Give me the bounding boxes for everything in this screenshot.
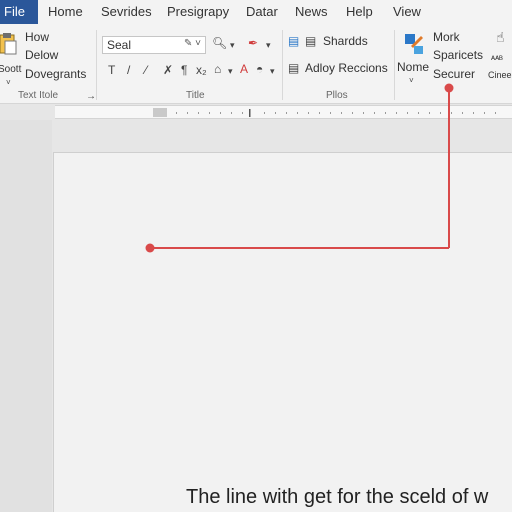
group-label-clipboard: Text Itole [18, 90, 59, 101]
chevron-down-icon[interactable]: ▾ [228, 64, 233, 78]
text-format-icon[interactable]: T [108, 63, 115, 77]
document-page[interactable] [53, 152, 512, 512]
document-left-margin [0, 120, 52, 512]
list-icon[interactable]: ▤ [288, 61, 299, 75]
tab-sevrides[interactable]: Sevrides [101, 4, 152, 19]
right-small-label-1: ᴬᴬᴮ [491, 54, 503, 64]
tab-news[interactable]: News [295, 4, 328, 19]
subscript-icon[interactable]: x₂ [196, 63, 207, 77]
tab-file[interactable]: File [0, 0, 38, 24]
group-expand-arrow-icon[interactable]: → [86, 90, 96, 104]
right-small-label-2: Cinee [488, 70, 512, 80]
paste-button[interactable]: Soott ˅ [0, 30, 22, 87]
clipboard-item-how[interactable]: How [25, 30, 49, 44]
paste-label: Soott [0, 64, 22, 75]
ruler-left-margin[interactable] [153, 108, 167, 117]
horizontal-ruler[interactable] [55, 105, 512, 119]
editing-item-sparicets[interactable]: Sparicets [433, 48, 483, 62]
document-text[interactable]: The line with get for the sceld of w [186, 486, 488, 509]
editing-item-securer[interactable]: Securer [433, 67, 475, 81]
ribbon-separator [282, 30, 283, 100]
chevron-down-icon: ✎ ˅ [184, 38, 201, 49]
paste-icon [0, 33, 17, 55]
font-name-value: Seal [107, 38, 132, 52]
tab-datar[interactable]: Datar [246, 4, 278, 19]
clipboard-item-dovegrants[interactable]: Dovegrants [25, 67, 86, 81]
styles-icon[interactable]: ▤ [305, 34, 316, 48]
styles-item-adloy-reccions[interactable]: Adloy Reccions [305, 61, 388, 75]
ribbon: Soott ˅ How Delow Dovegrants Text Itole … [0, 24, 512, 104]
fill-icon[interactable]: ◓ [256, 62, 263, 76]
tab-help[interactable]: Help [346, 4, 373, 19]
clear-format-icon[interactable]: ✗ [163, 63, 173, 77]
font-color-icon[interactable]: ✒ [248, 36, 258, 50]
table-icon[interactable]: ▤ [288, 34, 299, 48]
editing-item-mork[interactable]: Mork [433, 30, 460, 44]
styles-item-shardds[interactable]: Shardds [323, 34, 368, 48]
ribbon-tab-bar: File Home Sevrides Presigrapy Datar News… [0, 0, 512, 24]
paragraph-icon[interactable]: ¶ [181, 63, 187, 77]
none-label: Nome [397, 60, 430, 74]
search-icon[interactable]: 🔍︎ [212, 36, 227, 50]
chevron-down-icon[interactable]: ▾ [270, 64, 275, 78]
tab-view[interactable]: View [393, 4, 421, 19]
clipboard-item-delow[interactable]: Delow [25, 48, 58, 62]
chevron-down-icon: ˅ [6, 78, 11, 87]
group-label-font: Title [186, 90, 205, 101]
tab-home[interactable]: Home [48, 4, 83, 19]
tab-presigrapy[interactable]: Presigrapy [167, 4, 229, 19]
chevron-down-icon: ˅ [409, 76, 414, 85]
chevron-down-icon[interactable]: ▾ [266, 38, 271, 52]
italic-icon[interactable]: / [127, 63, 130, 77]
touch-icon[interactable]: ☝ [496, 30, 505, 44]
ribbon-separator [394, 30, 395, 100]
group-label-styles: Pllos [326, 90, 348, 101]
strikethrough-icon[interactable]: ⁄ [145, 63, 147, 77]
home-icon[interactable]: ⌂ [214, 62, 221, 76]
ruler-ticks [176, 109, 496, 117]
editor-icon [405, 34, 423, 54]
font-name-select[interactable]: Seal ✎ ˅ [102, 36, 206, 54]
none-button[interactable]: Nome ˅ [397, 30, 431, 88]
ribbon-separator [96, 30, 97, 100]
highlight-icon[interactable]: A [240, 62, 248, 76]
chevron-down-icon[interactable]: ▾ [230, 38, 235, 52]
